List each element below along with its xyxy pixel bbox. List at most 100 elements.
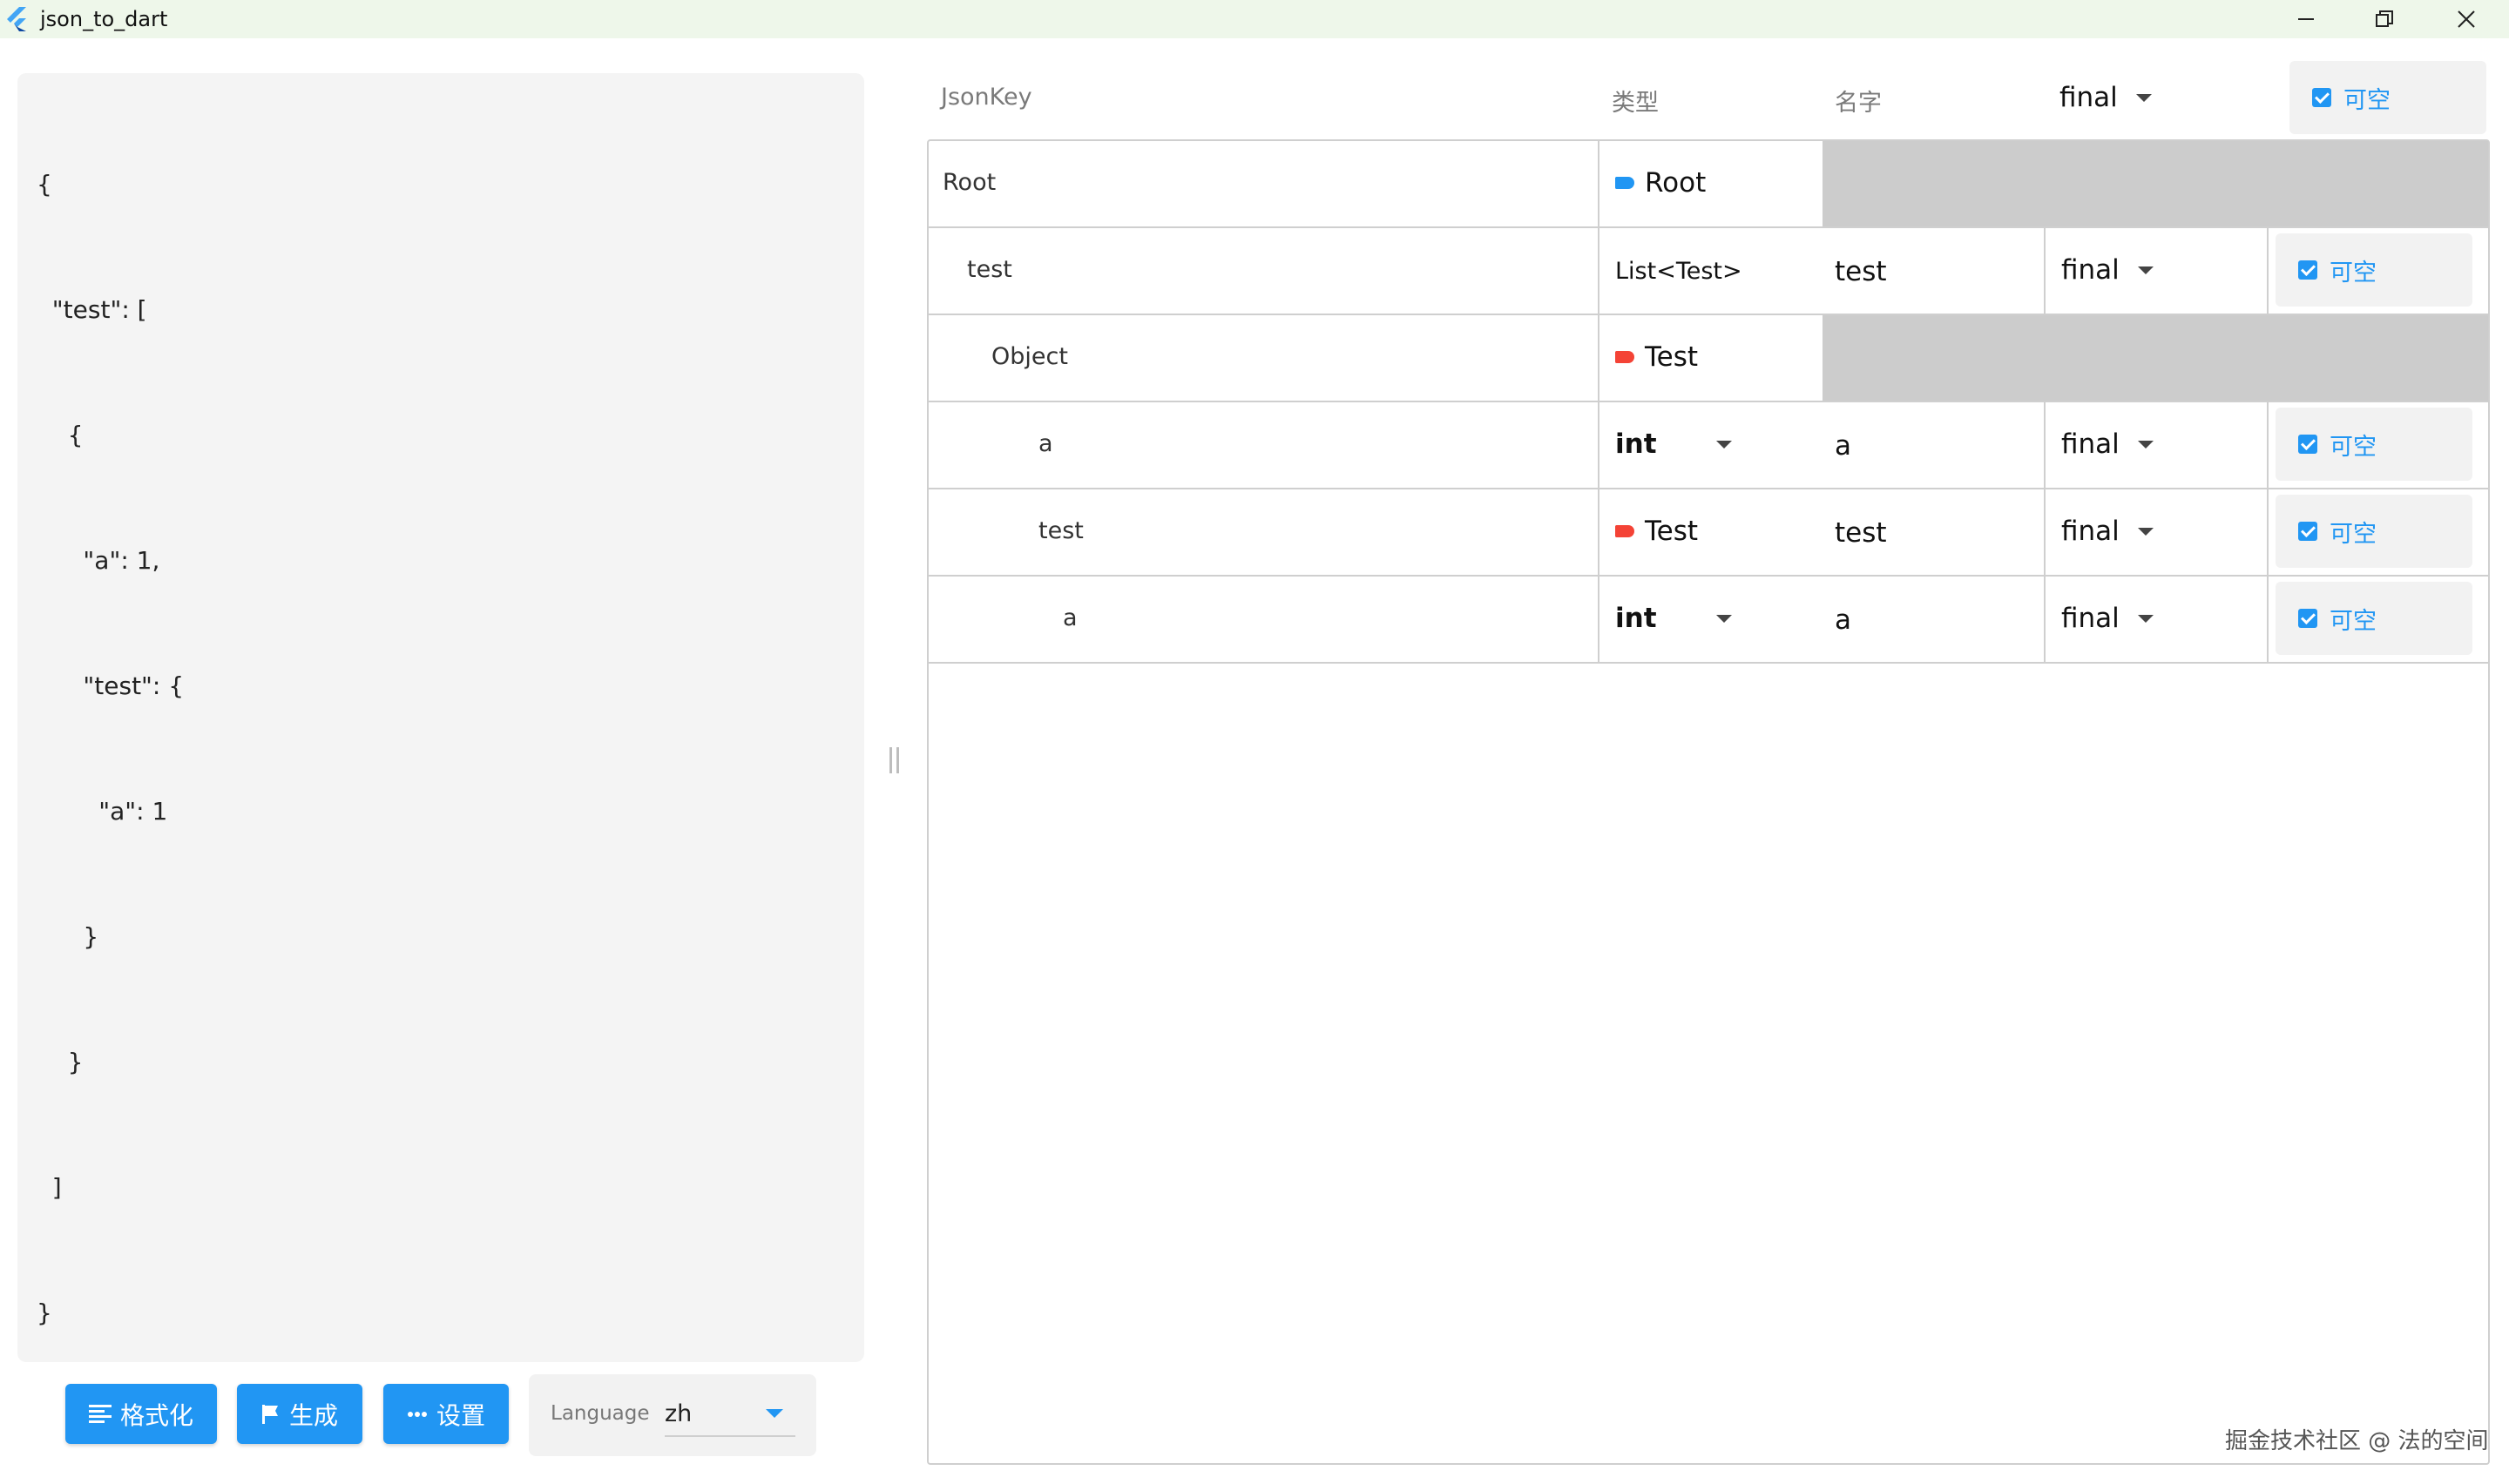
jsonkey-cell: Root bbox=[929, 141, 1599, 226]
nullable-label: 可空 bbox=[2330, 259, 2377, 287]
type-text: Root bbox=[1645, 167, 1707, 199]
name-text: a bbox=[1835, 604, 1851, 636]
json-editor[interactable]: { "test": [ { "a": 1, "test": { "a": 1 }… bbox=[17, 73, 864, 1362]
name-text: test bbox=[1835, 256, 1887, 287]
jsonkey-text: a bbox=[1038, 430, 1053, 457]
checkbox-checked-icon bbox=[2298, 435, 2317, 454]
modifier-dropdown[interactable]: final bbox=[2046, 577, 2269, 662]
name-cell[interactable]: a bbox=[1823, 402, 2046, 488]
jsonkey-cell: test bbox=[929, 228, 1599, 314]
type-cell[interactable]: Root bbox=[1599, 141, 1823, 226]
checkbox-checked-icon bbox=[2312, 88, 2331, 107]
header-nullable-label: 可空 bbox=[2343, 86, 2391, 114]
more-icon bbox=[407, 1411, 427, 1417]
type-text: List<Test> bbox=[1615, 258, 1742, 285]
language-label: Language bbox=[551, 1402, 650, 1425]
watermark-text: 掘金技术社区 @ 法的空间 bbox=[2225, 1428, 2489, 1454]
nullable-toggle[interactable]: 可空 bbox=[2276, 408, 2472, 481]
dropdown-arrow-icon bbox=[1716, 615, 1732, 623]
table-row: Object Test bbox=[929, 315, 2488, 402]
type-text: int bbox=[1615, 428, 1657, 460]
table-row: test List<Test> test final 可空 bbox=[929, 228, 2488, 315]
name-cell[interactable]: test bbox=[1823, 489, 2046, 575]
code-line: "a": 1, bbox=[37, 546, 160, 575]
language-value: zh bbox=[665, 1400, 693, 1427]
checkbox-checked-icon bbox=[2298, 609, 2317, 628]
type-dropdown[interactable]: int bbox=[1599, 402, 1823, 488]
class-tag-icon bbox=[1615, 351, 1634, 363]
header-nullable-toggle[interactable]: 可空 bbox=[2289, 61, 2486, 134]
class-row-fill bbox=[1823, 315, 2488, 401]
modifier-dropdown[interactable]: final bbox=[2046, 489, 2269, 575]
code-line: } bbox=[37, 922, 99, 951]
modifier-dropdown[interactable]: final bbox=[2046, 402, 2269, 488]
dropdown-arrow-icon bbox=[2138, 615, 2154, 623]
dropdown-arrow-icon bbox=[2138, 528, 2154, 536]
table-row: Root Root bbox=[929, 141, 2488, 228]
jsonkey-text: test bbox=[967, 256, 1012, 283]
code-line: "a": 1 bbox=[37, 797, 168, 826]
jsonkey-cell: Object bbox=[929, 315, 1599, 401]
jsonkey-text: Object bbox=[991, 343, 1068, 370]
language-dropdown[interactable]: zh bbox=[665, 1393, 795, 1437]
class-tag-icon bbox=[1615, 177, 1634, 189]
generate-button[interactable]: 生成 bbox=[237, 1384, 362, 1444]
name-cell[interactable]: test bbox=[1823, 228, 2046, 314]
header-final-label: final bbox=[2059, 82, 2118, 113]
nullable-toggle[interactable]: 可空 bbox=[2276, 582, 2472, 655]
dropdown-arrow-icon bbox=[2138, 266, 2154, 274]
type-cell[interactable]: Test bbox=[1599, 315, 1823, 401]
minimize-button[interactable] bbox=[2267, 0, 2345, 38]
json-code: { "test": [ { "a": 1, "test": { "a": 1 }… bbox=[37, 80, 184, 1418]
jsonkey-text: Root bbox=[943, 169, 997, 196]
name-text: a bbox=[1835, 430, 1851, 462]
type-cell: List<Test> bbox=[1599, 228, 1823, 314]
modifier-text: final bbox=[2061, 254, 2120, 286]
format-label: 格式化 bbox=[119, 1400, 193, 1430]
nullable-toggle[interactable]: 可空 bbox=[2276, 495, 2472, 568]
panel-resize-handle[interactable] bbox=[888, 747, 902, 777]
settings-label: 设置 bbox=[436, 1400, 485, 1430]
name-cell[interactable]: a bbox=[1823, 577, 2046, 662]
name-text: test bbox=[1835, 517, 1887, 549]
format-align-icon bbox=[88, 1404, 112, 1423]
flag-icon bbox=[261, 1404, 278, 1424]
code-line: { bbox=[37, 170, 52, 199]
nullable-label: 可空 bbox=[2330, 607, 2377, 635]
type-dropdown[interactable]: int bbox=[1599, 577, 1823, 662]
nullable-label: 可空 bbox=[2330, 520, 2377, 548]
table-row: test Test test final 可空 bbox=[929, 489, 2488, 577]
class-row-fill bbox=[1823, 141, 2488, 226]
window-title: json_to_dart bbox=[40, 7, 168, 31]
table-row: a int a final 可空 bbox=[929, 402, 2488, 489]
modifier-dropdown[interactable]: final bbox=[2046, 228, 2269, 314]
nullable-toggle[interactable]: 可空 bbox=[2276, 233, 2472, 307]
format-button[interactable]: 格式化 bbox=[65, 1384, 217, 1444]
header-type: 类型 bbox=[1612, 90, 1659, 117]
type-cell[interactable]: Test bbox=[1599, 489, 1823, 575]
type-text: int bbox=[1615, 603, 1657, 634]
code-line: } bbox=[37, 1298, 52, 1327]
dropdown-arrow-icon bbox=[1716, 441, 1732, 449]
class-type: Test bbox=[1615, 516, 1698, 547]
jsonkey-cell: test bbox=[929, 489, 1599, 575]
class-field-table: Root Root test List<Test> test final 可空 bbox=[927, 139, 2490, 1465]
class-type: Test bbox=[1615, 341, 1698, 373]
dropdown-arrow-icon bbox=[2136, 94, 2152, 102]
code-line: } bbox=[37, 1048, 84, 1076]
title-bar: json_to_dart bbox=[0, 0, 2509, 38]
type-text: Test bbox=[1645, 516, 1699, 547]
jsonkey-text: test bbox=[1038, 517, 1084, 544]
modifier-text: final bbox=[2061, 428, 2120, 460]
modifier-text: final bbox=[2061, 516, 2120, 547]
close-icon bbox=[2458, 10, 2475, 28]
language-selector: Language zh bbox=[529, 1374, 816, 1456]
modifier-text: final bbox=[2061, 603, 2120, 634]
checkbox-checked-icon bbox=[2298, 260, 2317, 280]
settings-button[interactable]: 设置 bbox=[383, 1384, 509, 1444]
restore-button[interactable] bbox=[2345, 0, 2424, 38]
class-type: Root bbox=[1615, 167, 1706, 199]
class-tag-icon bbox=[1615, 525, 1634, 537]
close-button[interactable] bbox=[2427, 0, 2506, 38]
nullable-label: 可空 bbox=[2330, 433, 2377, 461]
